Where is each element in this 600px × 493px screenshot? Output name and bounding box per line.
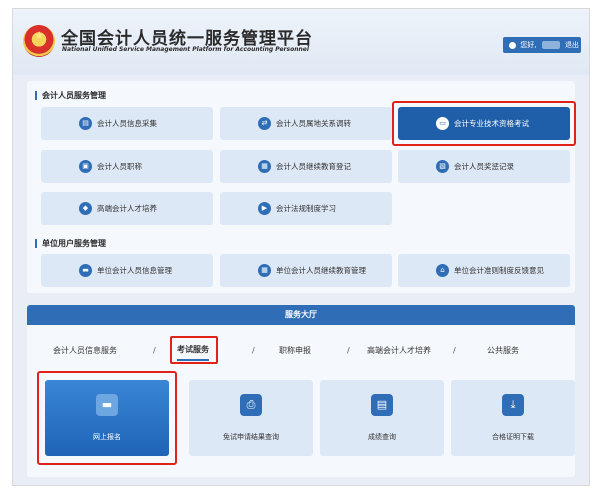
service-label: 会计人员信息采集	[97, 119, 157, 128]
services-panel: 会计人员服务管理 ▤ 会计人员信息采集 ⇄ 会计人员属地关系调转 ▭ 会计专业技…	[27, 81, 576, 293]
site-subtitle: National Unified Service Management Plat…	[62, 46, 309, 53]
card-icon: ▬	[79, 264, 92, 277]
user-menu[interactable]: 您好, 退出	[503, 37, 581, 53]
national-emblem-icon: ★	[23, 25, 55, 57]
record-icon: ▧	[436, 160, 449, 173]
printer-icon: ⎙	[240, 394, 262, 416]
grad-cap-icon: ◆	[79, 202, 92, 215]
service-professional-title[interactable]: ▣ 会计人员职称	[41, 150, 213, 183]
title-icon: ▣	[79, 160, 92, 173]
page-header: ★ 全国会计人员统一服务管理平台 National Unified Servic…	[13, 9, 589, 75]
tab-talent-training[interactable]: 高端会计人才培养	[367, 341, 431, 361]
card-label: 成绩查询	[368, 433, 396, 441]
home-icon: ⌂	[436, 264, 449, 277]
service-continuing-education[interactable]: ▦ 会计人员继续教育登记	[220, 150, 392, 183]
service-info-collection[interactable]: ▤ 会计人员信息采集	[41, 107, 213, 140]
app-window: ★ 全国会计人员统一服务管理平台 National Unified Servic…	[12, 8, 590, 486]
logout-link[interactable]: 退出	[565, 41, 579, 49]
tab-title-application[interactable]: 职称申报	[279, 341, 311, 361]
highlight-box	[392, 101, 576, 146]
service-label: 单位会计人员继续教育管理	[276, 266, 366, 275]
tab-separator: /	[153, 346, 156, 355]
service-hall-title: 服务大厅	[27, 305, 575, 325]
download-icon: ⤓	[502, 394, 524, 416]
service-label: 会计人员奖惩记录	[454, 162, 514, 171]
service-hall-tabs: 会计人员信息服务 / 考试服务 / 职称申报 / 高端会计人才培养 / 公共服务	[27, 336, 575, 364]
transfer-icon: ⇄	[258, 117, 271, 130]
service-label: 单位会计人员信息管理	[97, 266, 172, 275]
username-redacted	[541, 41, 560, 49]
personal-section-title: 会计人员服务管理	[35, 91, 106, 100]
service-label: 会计法规制度学习	[276, 204, 336, 213]
tab-separator: /	[252, 346, 255, 355]
edu-icon: ▦	[258, 264, 271, 277]
unit-section-title: 单位用户服务管理	[35, 239, 106, 248]
service-unit-standards-feedback[interactable]: ⌂ 单位会计准则制度反馈意见	[398, 254, 570, 287]
play-icon: ▶	[258, 202, 271, 215]
service-label: 单位会计准则制度反馈意见	[454, 266, 544, 275]
tab-accounting-info[interactable]: 会计人员信息服务	[53, 341, 117, 361]
service-label: 高端会计人才培养	[97, 204, 157, 213]
highlight-box	[37, 371, 177, 465]
tab-separator: /	[453, 346, 456, 355]
service-unit-education-management[interactable]: ▦ 单位会计人员继续教育管理	[220, 254, 392, 287]
service-regulation-study[interactable]: ▶ 会计法规制度学习	[220, 192, 392, 225]
service-label: 会计人员职称	[97, 162, 142, 171]
form-icon: ▤	[79, 117, 92, 130]
service-label: 会计人员继续教育登记	[276, 162, 351, 171]
service-hall-panel: 服务大厅 会计人员信息服务 / 考试服务 / 职称申报 / 高端会计人才培养 /…	[27, 305, 575, 477]
service-talent-training[interactable]: ◆ 高端会计人才培养	[41, 192, 213, 225]
card-label: 合格证明下载	[492, 433, 534, 441]
highlight-box	[170, 336, 218, 364]
service-label: 会计人员属地关系调转	[276, 119, 351, 128]
score-icon: ▤	[371, 394, 393, 416]
card-score-query[interactable]: ▤ 成绩查询	[320, 380, 444, 456]
service-rewards-records[interactable]: ▧ 会计人员奖惩记录	[398, 150, 570, 183]
service-unit-info-management[interactable]: ▬ 单位会计人员信息管理	[41, 254, 213, 287]
card-certificate-download[interactable]: ⤓ 合格证明下载	[451, 380, 575, 456]
user-icon	[509, 41, 516, 49]
card-label: 免试申请结果查询	[223, 433, 279, 441]
edu-icon: ▦	[258, 160, 271, 173]
tab-public-services[interactable]: 公共服务	[487, 341, 519, 361]
service-relation-transfer[interactable]: ⇄ 会计人员属地关系调转	[220, 107, 392, 140]
tab-separator: /	[347, 346, 350, 355]
card-exemption-result-query[interactable]: ⎙ 免试申请结果查询	[189, 380, 313, 456]
greeting-text: 您好,	[520, 41, 537, 49]
